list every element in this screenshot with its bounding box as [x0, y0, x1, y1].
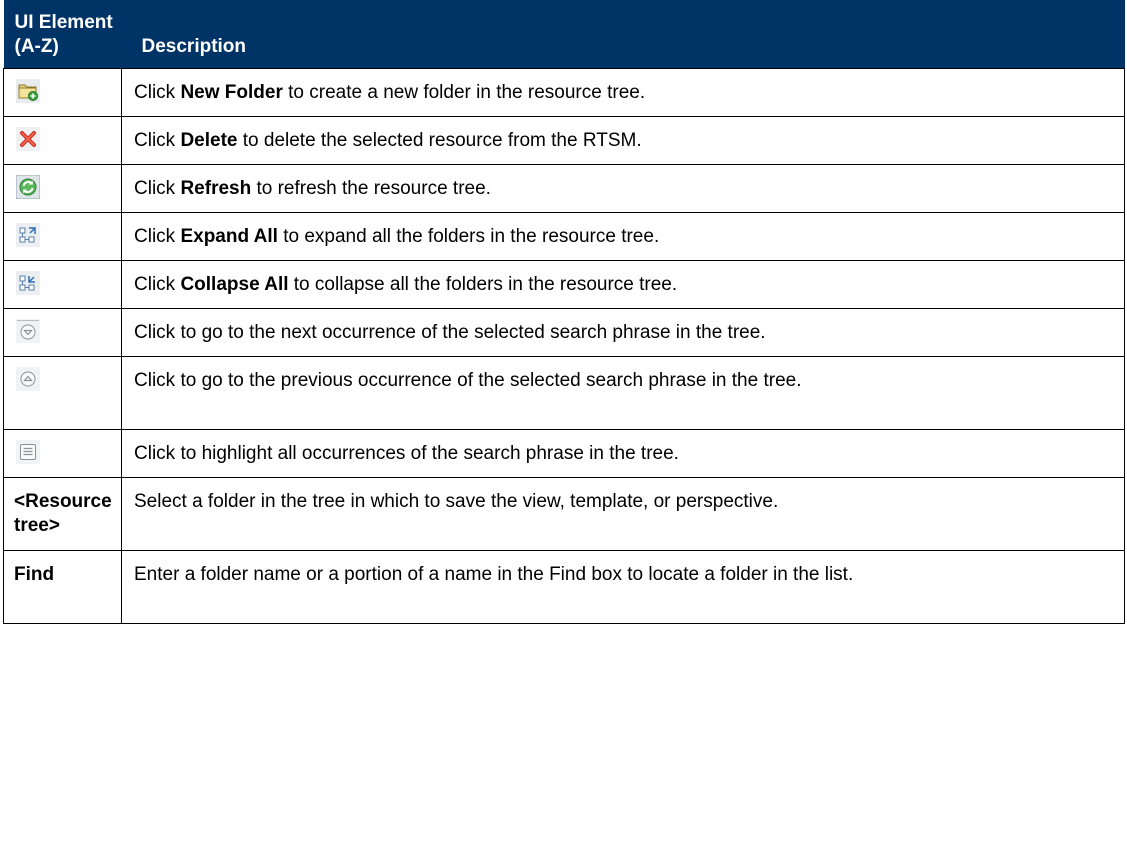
description-cell: Click to highlight all occurrences of th… — [121, 428, 1125, 478]
ui-element-cell — [3, 115, 122, 165]
ui-element-cell: <Resource tree> — [3, 476, 122, 551]
ui-element-cell — [3, 307, 122, 357]
description-cell: Click Delete to delete the selected reso… — [121, 115, 1125, 165]
table-row: Click Collapse All to collapse all the f… — [3, 259, 1125, 309]
description-cell: Click to go to the next occurrence of th… — [121, 307, 1125, 357]
table-row: Find Enter a folder name or a portion of… — [3, 549, 1125, 624]
new-folder-icon — [16, 78, 40, 103]
description-cell: Click Collapse All to collapse all the f… — [121, 259, 1125, 309]
ui-elements-table: UI Element (A-Z) Description Click New F… — [3, 0, 1125, 624]
ui-element-cell: Find — [3, 549, 122, 624]
description-cell: Select a folder in the tree in which to … — [121, 476, 1125, 551]
table-row: Click Delete to delete the selected reso… — [3, 115, 1125, 165]
header-description: Description — [121, 0, 1125, 68]
table-row: <Resource tree> Select a folder in the t… — [3, 476, 1125, 551]
ui-element-cell — [3, 355, 122, 430]
next-occurrence-icon — [16, 318, 40, 343]
ui-element-cell — [3, 163, 122, 213]
table-row: Click Expand All to expand all the folde… — [3, 211, 1125, 261]
table-row: Click to go to the previous occurrence o… — [3, 355, 1125, 430]
description-cell: Click Refresh to refresh the resource tr… — [121, 163, 1125, 213]
description-cell: Enter a folder name or a portion of a na… — [121, 549, 1125, 624]
description-cell: Click to go to the previous occurrence o… — [121, 355, 1125, 430]
description-cell: Click Expand All to expand all the folde… — [121, 211, 1125, 261]
ui-element-cell — [3, 259, 122, 309]
table-row: Click to highlight all occurrences of th… — [3, 428, 1125, 478]
expand-all-icon — [16, 222, 40, 247]
delete-icon — [16, 126, 40, 151]
table-row: Click to go to the next occurrence of th… — [3, 307, 1125, 357]
table-row: Click Refresh to refresh the resource tr… — [3, 163, 1125, 213]
header-ui-element: UI Element (A-Z) — [3, 0, 122, 68]
previous-occurrence-icon — [16, 366, 40, 391]
ui-element-cell — [3, 211, 122, 261]
collapse-all-icon — [16, 270, 40, 295]
refresh-icon — [15, 174, 41, 199]
description-cell: Click New Folder to create a new folder … — [121, 67, 1125, 117]
highlight-all-icon — [16, 439, 40, 464]
ui-element-cell — [3, 428, 122, 478]
ui-element-cell — [3, 67, 122, 117]
table-header-row: UI Element (A-Z) Description — [3, 0, 1125, 68]
table-row: Click New Folder to create a new folder … — [3, 67, 1125, 117]
